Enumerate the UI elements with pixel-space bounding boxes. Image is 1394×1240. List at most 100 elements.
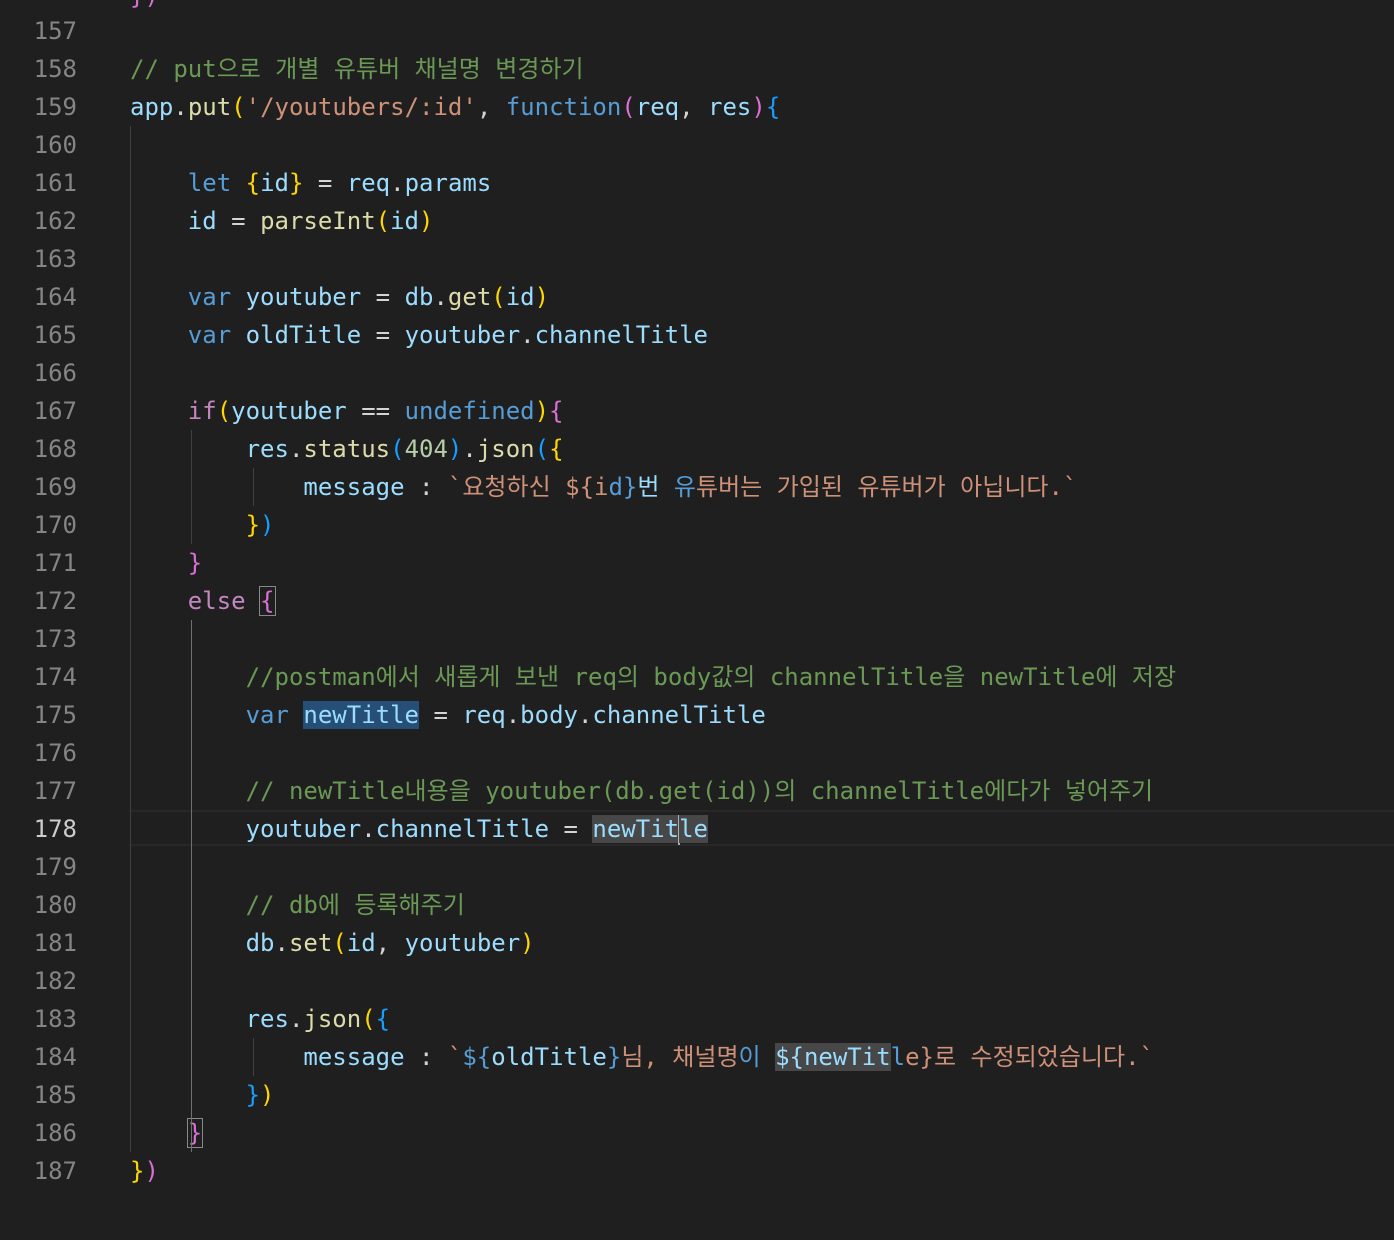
code-token: {: [245, 169, 261, 197]
code-token: ): [260, 1081, 275, 1109]
code-line[interactable]: 173: [0, 620, 1394, 658]
code-line[interactable]: 181 db.set(id, youtuber): [0, 924, 1394, 962]
code-line[interactable]: 162 id = parseInt(id): [0, 202, 1394, 240]
code-token: .: [173, 93, 188, 121]
code-line[interactable]: 172 else {: [0, 582, 1394, 620]
code-line[interactable]: 161 let {id} = req.params: [0, 164, 1394, 202]
code-line[interactable]: 168 res.status(404).json({: [0, 430, 1394, 468]
code-line[interactable]: 178 youtuber.channelTitle = newTitle: [0, 810, 1394, 848]
code-text[interactable]: }): [130, 1076, 275, 1114]
code-line[interactable]: 183 res.json({: [0, 1000, 1394, 1038]
code-token: ==: [346, 397, 405, 425]
code-line[interactable]: 182: [0, 962, 1394, 1000]
line-number: 178: [33, 815, 77, 843]
code-token: res: [245, 1005, 289, 1033]
code-token: youtuber: [245, 815, 362, 843]
code-text[interactable]: message : `${oldTitle}님, 채널명이 ${newTitle…: [130, 1038, 1154, 1076]
code-line[interactable]: 159 app.put('/youtubers/:id', function(re…: [0, 88, 1394, 126]
code-token: undefined: [404, 397, 535, 425]
code-token: =: [549, 815, 593, 843]
code-text[interactable]: res.status(404).json({: [130, 430, 564, 468]
code-token: res: [245, 435, 289, 463]
code-editor[interactable]: }) 157 158 // put으로 개별 유튜버 채널명 변경하기 159 app.…: [0, 0, 1394, 1240]
line-number: 159: [33, 93, 77, 121]
code-line[interactable]: 179: [0, 848, 1394, 886]
code-token: .: [462, 435, 477, 463]
code-text[interactable]: // db에 등록해주기: [130, 886, 465, 924]
code-text[interactable]: }): [130, 506, 275, 544]
code-text[interactable]: id = parseInt(id): [130, 202, 434, 240]
code-line[interactable]: 176: [0, 734, 1394, 772]
code-token: ): [534, 397, 550, 425]
code-line[interactable]: 184 message : `${oldTitle}님, 채널명이 ${newT…: [0, 1038, 1394, 1076]
code-token: {: [549, 435, 564, 463]
code-token: oldTitle: [491, 1043, 607, 1071]
code-token: ,: [476, 93, 506, 121]
code-token: .: [505, 701, 521, 729]
code-line[interactable]: 165 var oldTitle = youtuber.channelTitle: [0, 316, 1394, 354]
line-number: 179: [33, 853, 77, 881]
line-number: 160: [33, 131, 77, 159]
code-token: `: [447, 1043, 463, 1071]
code-token: db: [404, 283, 434, 311]
line-number: 167: [33, 397, 77, 425]
code-line[interactable]: 174 //postman에서 새롭게 보낸 req의 body값의 chann…: [0, 658, 1394, 696]
code-text[interactable]: // newTitle내용을 youtuber(db.get(id))의 cha…: [130, 772, 1154, 810]
line-number: 165: [33, 321, 77, 349]
code-token: req: [462, 701, 506, 729]
code-token: (: [361, 1005, 376, 1033]
code-line[interactable]: 164 var youtuber = db.get(id): [0, 278, 1394, 316]
code-text[interactable]: else {: [130, 582, 276, 620]
code-token: 404: [404, 435, 448, 463]
code-token: // newTitle내용을 youtuber(db.get(id))의 cha…: [130, 777, 1154, 805]
code-line[interactable]: 177 // newTitle내용을 youtuber(db.get(id))의…: [0, 772, 1394, 810]
line-number: 183: [33, 1005, 77, 1033]
code-line[interactable]: 158 // put으로 개별 유튜버 채널명 변경하기: [0, 50, 1394, 88]
code-line[interactable]: 166: [0, 354, 1394, 392]
code-text[interactable]: if(youtuber == undefined){: [130, 392, 564, 430]
code-line[interactable]: 186 }: [0, 1114, 1394, 1152]
code-line[interactable]: 169 message : `요청하신 ${id}번 유튜버는 가입된 유튜버가…: [0, 468, 1394, 506]
code-token: (: [375, 207, 391, 235]
code-line[interactable]: 171 }: [0, 544, 1394, 582]
code-token: =: [216, 207, 261, 235]
code-text[interactable]: //postman에서 새롭게 보낸 req의 body값의 channelTi…: [130, 658, 1176, 696]
code-token: e}로 수정되었습니다.`: [905, 1043, 1154, 1071]
code-text[interactable]: let {id} = req.params: [130, 164, 492, 202]
code-text[interactable]: var oldTitle = youtuber.channelTitle: [130, 316, 708, 354]
code-text[interactable]: res.json({: [130, 1000, 391, 1038]
code-text[interactable]: var newTitle = req.body.channelTitle: [130, 696, 766, 734]
code-text[interactable]: }): [130, 1152, 159, 1190]
code-line[interactable]: 170 }): [0, 506, 1394, 544]
code-token: ,: [679, 93, 709, 121]
code-line[interactable]: 167 if(youtuber == undefined){: [0, 392, 1394, 430]
code-line[interactable]: 175 var newTitle = req.body.channelTitle: [0, 696, 1394, 734]
code-token: youtuber: [404, 929, 521, 957]
code-line[interactable]: 163: [0, 240, 1394, 278]
code-token: :: [404, 1043, 448, 1071]
code-text[interactable]: var youtuber = db.get(id): [130, 278, 549, 316]
code-token: ): [447, 435, 463, 463]
code-line[interactable]: 187}): [0, 1152, 1394, 1190]
code-text[interactable]: app.put('/youtubers/:id', function(req, …: [130, 88, 780, 126]
code-text[interactable]: youtuber.channelTitle = newTitle: [130, 810, 708, 848]
code-token: id: [187, 207, 217, 235]
code-token: .: [274, 929, 289, 957]
code-line[interactable]: 157: [0, 12, 1394, 50]
code-line[interactable]: 180 // db에 등록해주기: [0, 886, 1394, 924]
indent-guide: [130, 126, 131, 1152]
code-line[interactable]: 185 }): [0, 1076, 1394, 1114]
code-text[interactable]: message : `요청하신 ${id}번 유튜버는 가입된 유튜버가 아닙니…: [130, 468, 1077, 506]
code-line[interactable]: 160: [0, 126, 1394, 164]
code-text[interactable]: }: [130, 544, 202, 582]
code-token: }: [130, 1157, 145, 1185]
code-text[interactable]: // put으로 개별 유튜버 채널명 변경하기: [130, 50, 584, 88]
